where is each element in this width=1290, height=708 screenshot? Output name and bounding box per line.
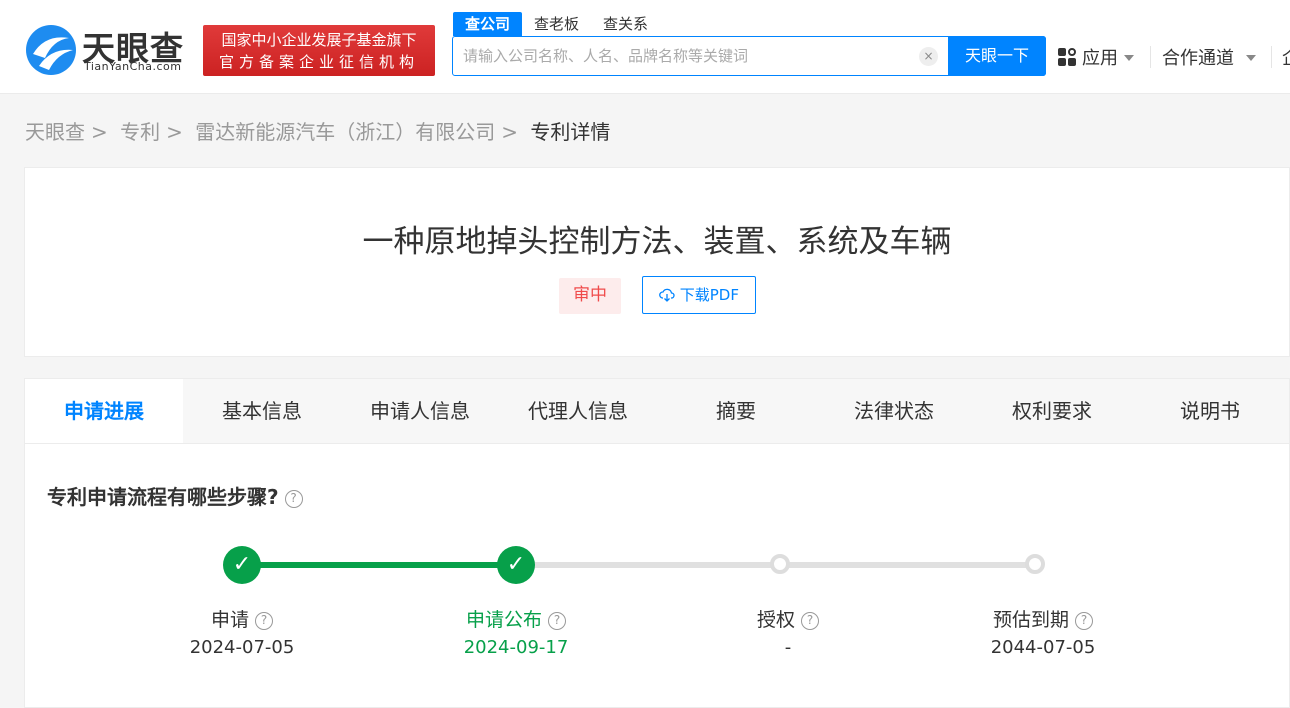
apps-menu[interactable]: 应用 <box>1058 44 1134 70</box>
header: 天眼查 TianYanCha.com 国家中小企业发展子基金旗下 官方备案企业征… <box>0 0 1290 94</box>
step-label: 预估到期? <box>943 605 1143 632</box>
official-badge: 国家中小企业发展子基金旗下 官方备案企业征信机构 <box>203 25 435 76</box>
tab-description[interactable]: 说明书 <box>1131 379 1289 443</box>
step-date: 2024-07-05 <box>142 637 342 658</box>
badge-line: 国家中小企业发展子基金旗下 <box>203 29 435 51</box>
enterprise-menu[interactable]: 企 <box>1282 44 1290 70</box>
step-label: 申请公布? <box>416 605 616 632</box>
status-badge: 审中 <box>559 278 621 314</box>
step-date: 2044-07-05 <box>943 637 1143 658</box>
progress-line-done <box>242 562 516 568</box>
patent-header-card: 一种原地掉头控制方法、装置、系统及车辆 审中 下载PDF <box>24 167 1290 357</box>
search-type-tabs: 查公司 查老板 查关系 <box>453 12 660 36</box>
divider <box>1271 46 1272 68</box>
step-name: 申请 <box>211 609 249 631</box>
breadcrumb-company[interactable]: 雷达新能源汽车（浙江）有限公司 <box>195 120 495 144</box>
step-name: 授权 <box>757 609 795 631</box>
tab-agent[interactable]: 代理人信息 <box>499 379 657 443</box>
tab-company-search[interactable]: 查公司 <box>453 12 522 36</box>
clear-icon[interactable]: × <box>919 47 938 66</box>
breadcrumb-sep: > <box>166 120 183 144</box>
question-text: 专利申请流程有哪些步骤? <box>47 485 279 509</box>
enterprise-label: 企 <box>1282 44 1290 70</box>
help-icon[interactable]: ? <box>1075 612 1093 630</box>
divider <box>1150 46 1151 68</box>
chevron-down-icon <box>1246 55 1256 66</box>
step-date: - <box>688 637 888 658</box>
tab-legal-status[interactable]: 法律状态 <box>815 379 973 443</box>
step-label: 授权? <box>688 605 888 632</box>
search-input[interactable] <box>463 45 913 67</box>
step-pending-dot <box>770 554 790 574</box>
step-label: 申请? <box>142 605 342 632</box>
partner-label: 合作通道 <box>1162 44 1234 70</box>
breadcrumb-patent[interactable]: 专利 <box>120 120 160 144</box>
badge-line: 官方备案企业征信机构 <box>203 51 435 73</box>
apps-label: 应用 <box>1082 44 1118 70</box>
tab-claims[interactable]: 权利要求 <box>973 379 1131 443</box>
progress-question: 专利申请流程有哪些步骤?? <box>47 481 303 510</box>
step-name: 预估到期 <box>993 609 1069 631</box>
tab-abstract[interactable]: 摘要 <box>657 379 815 443</box>
tab-applicant[interactable]: 申请人信息 <box>341 379 499 443</box>
download-label: 下载PDF <box>680 286 739 304</box>
brand-domain: TianYanCha.com <box>84 60 181 73</box>
step-pending-dot <box>1025 554 1045 574</box>
tab-progress[interactable]: 申请进展 <box>25 379 183 443</box>
step-check-icon: ✓ <box>223 546 261 584</box>
search-box: × 天眼一下 <box>452 36 1046 76</box>
partner-menu[interactable]: 合作通道 <box>1162 44 1256 70</box>
breadcrumb-current: 专利详情 <box>530 120 610 144</box>
step-name: 申请公布 <box>466 609 542 631</box>
help-icon[interactable]: ? <box>285 490 303 508</box>
download-pdf-button[interactable]: 下载PDF <box>642 276 756 314</box>
search-button[interactable]: 天眼一下 <box>948 36 1046 76</box>
help-icon[interactable]: ? <box>801 612 819 630</box>
patent-title: 一种原地掉头控制方法、装置、系统及车辆 <box>25 216 1289 261</box>
help-icon[interactable]: ? <box>548 612 566 630</box>
chevron-down-icon <box>1124 55 1134 66</box>
help-icon[interactable]: ? <box>255 612 273 630</box>
tab-basic-info[interactable]: 基本信息 <box>183 379 341 443</box>
patent-detail-card: 申请进展 基本信息 申请人信息 代理人信息 摘要 法律状态 权利要求 说明书 专… <box>24 378 1290 708</box>
tab-boss-search[interactable]: 查老板 <box>522 12 591 36</box>
breadcrumb: 天眼查> 专利> 雷达新能源汽车（浙江）有限公司> 专利详情 <box>25 116 616 145</box>
step-check-icon: ✓ <box>497 546 535 584</box>
tianyancha-logo-icon[interactable] <box>25 24 77 76</box>
tab-relation-search[interactable]: 查关系 <box>591 12 660 36</box>
apps-grid-icon <box>1058 48 1076 66</box>
breadcrumb-home[interactable]: 天眼查 <box>25 120 85 144</box>
breadcrumb-sep: > <box>91 120 108 144</box>
detail-tabs: 申请进展 基本信息 申请人信息 代理人信息 摘要 法律状态 权利要求 说明书 <box>25 379 1289 444</box>
breadcrumb-sep: > <box>501 120 518 144</box>
cloud-download-icon <box>659 288 675 302</box>
step-date: 2024-09-17 <box>416 637 616 658</box>
